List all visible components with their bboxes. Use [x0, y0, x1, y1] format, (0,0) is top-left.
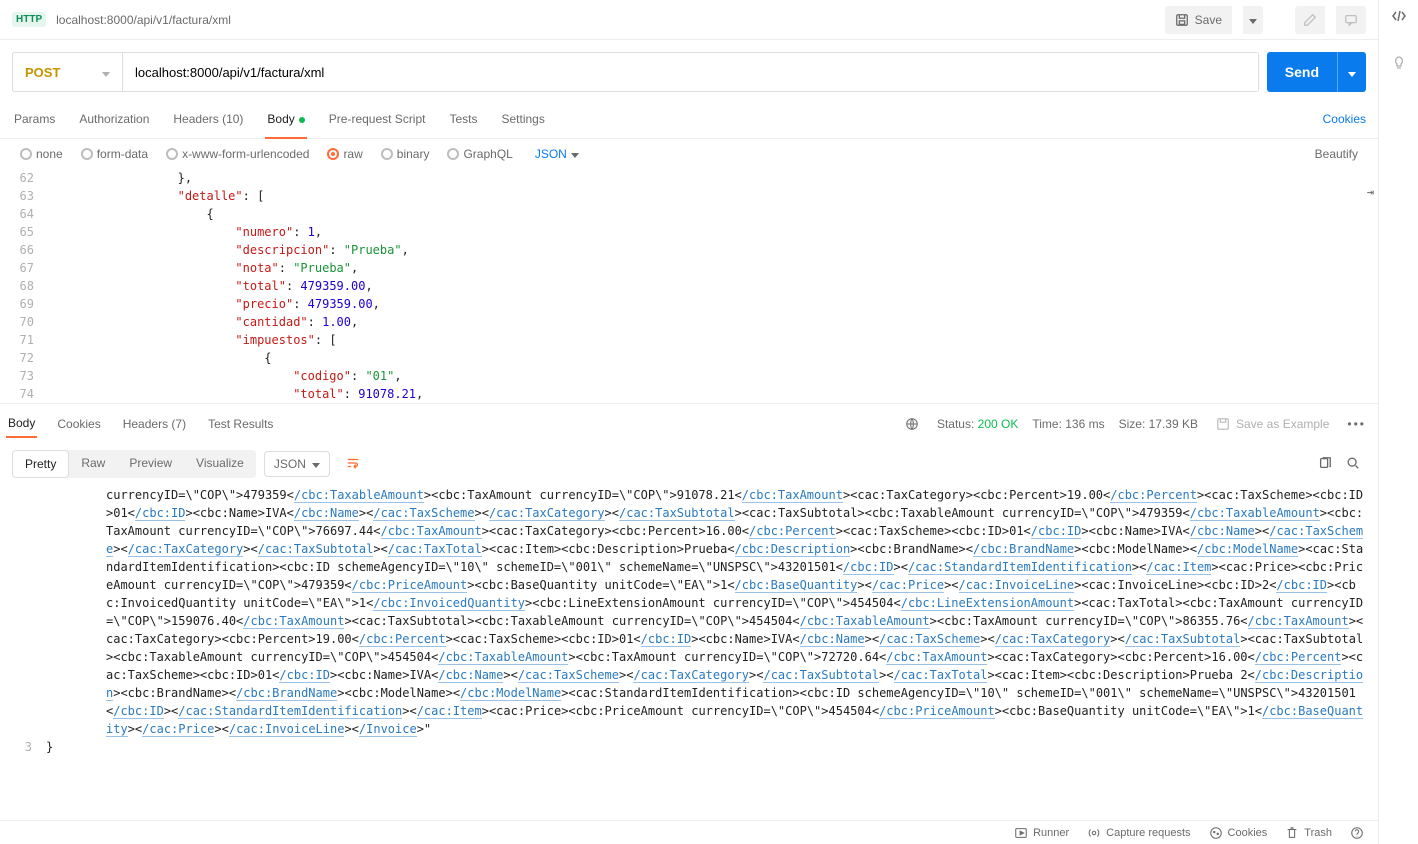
save-as-example[interactable]: Save as Example: [1216, 417, 1329, 431]
body-type-row: none form-data x-www-form-urlencoded raw…: [0, 139, 1378, 169]
help-icon: [1350, 826, 1364, 840]
cookies-button[interactable]: Cookies: [1209, 826, 1268, 840]
copy-button[interactable]: [1318, 456, 1332, 473]
status-label: Status: 200 OK: [937, 417, 1018, 431]
save-icon: [1175, 13, 1189, 27]
search-button[interactable]: [1340, 456, 1366, 473]
tab-tests[interactable]: Tests: [447, 104, 479, 134]
trash-button[interactable]: Trash: [1285, 826, 1332, 840]
pencil-icon: [1303, 13, 1317, 27]
save-icon: [1216, 417, 1230, 431]
trash-icon: [1285, 826, 1299, 840]
fmt-pretty[interactable]: Pretty: [12, 450, 69, 478]
send-label: Send: [1267, 64, 1337, 80]
play-icon: [1014, 826, 1028, 840]
response-content: }: [46, 738, 1368, 756]
request-title: localhost:8000/api/v1/factura/xml: [56, 13, 231, 27]
fmt-raw[interactable]: Raw: [69, 450, 117, 478]
line-gutter: 3: [6, 738, 46, 756]
help-button[interactable]: [1350, 826, 1364, 840]
body-xwww[interactable]: x-www-form-urlencoded: [166, 147, 309, 161]
tab-settings[interactable]: Settings: [500, 104, 547, 134]
resp-lang-select[interactable]: JSON: [264, 451, 330, 477]
chevron-down-icon: [102, 65, 110, 80]
response-tabs: Body Cookies Headers (7) Test Results St…: [0, 404, 1378, 444]
time-label: Time: 136 ms: [1032, 417, 1104, 431]
body-graphql[interactable]: GraphQL: [447, 147, 512, 161]
more-actions[interactable]: •••: [1347, 417, 1366, 431]
chevron-down-icon: [1348, 64, 1356, 80]
right-rail: [1378, 0, 1418, 844]
tab-prerequest[interactable]: Pre-request Script: [327, 104, 428, 134]
code-icon: [1391, 8, 1407, 24]
raw-lang-select[interactable]: JSON: [535, 147, 579, 161]
capture-button[interactable]: Capture requests: [1087, 826, 1190, 840]
edit-button[interactable]: [1295, 6, 1325, 34]
comment-button[interactable]: [1336, 6, 1366, 34]
cookies-link[interactable]: Cookies: [1323, 112, 1366, 126]
bulb-icon: [1391, 55, 1407, 71]
send-button[interactable]: Send: [1267, 52, 1366, 92]
chevron-down-icon: [1249, 13, 1257, 27]
save-label: Save: [1195, 13, 1222, 27]
request-body-editor[interactable]: ⇥ 62 },63 "detalle": [64 {65 "numero": 1…: [0, 169, 1378, 404]
http-chip: HTTP: [12, 12, 46, 27]
modified-dot-icon: [299, 117, 305, 123]
comment-icon: [1344, 13, 1358, 27]
bulb-button[interactable]: [1391, 55, 1407, 74]
fmt-preview[interactable]: Preview: [117, 450, 184, 478]
resp-tab-body[interactable]: Body: [6, 410, 37, 438]
url-row: POST Send: [0, 40, 1378, 100]
body-formdata[interactable]: form-data: [81, 147, 148, 161]
save-dropdown-button[interactable]: [1243, 6, 1263, 34]
chevron-down-icon: [312, 457, 320, 471]
globe-icon[interactable]: [905, 417, 919, 431]
cookie-icon: [1209, 826, 1223, 840]
resp-tab-tests[interactable]: Test Results: [206, 411, 275, 437]
resp-tab-headers[interactable]: Headers (7): [121, 411, 188, 437]
body-none[interactable]: none: [20, 147, 63, 161]
body-binary[interactable]: binary: [381, 147, 430, 161]
tab-body[interactable]: Body: [265, 104, 306, 134]
response-content: currencyID=\"COP\">479359</cbc:TaxableAm…: [46, 486, 1368, 738]
copy-icon: [1318, 456, 1332, 470]
runner-button[interactable]: Runner: [1014, 826, 1069, 840]
chevron-down-icon: [571, 147, 579, 161]
size-label: Size: 17.39 KB: [1119, 417, 1198, 431]
collapse-handle-icon[interactable]: ⇥: [1367, 183, 1374, 201]
antenna-icon: [1087, 826, 1101, 840]
titlebar: HTTP localhost:8000/api/v1/factura/xml S…: [0, 0, 1378, 40]
tab-params[interactable]: Params: [12, 104, 57, 134]
request-tabs: Params Authorization Headers (10) Body P…: [0, 100, 1378, 139]
method-select[interactable]: POST: [13, 53, 123, 91]
statusbar: Runner Capture requests Cookies Trash: [0, 820, 1378, 844]
response-format-row: Pretty Raw Preview Visualize JSON: [0, 444, 1378, 484]
tab-authorization[interactable]: Authorization: [77, 104, 151, 134]
beautify-link[interactable]: Beautify: [1315, 147, 1358, 161]
method-label: POST: [25, 65, 60, 80]
linewrap-button[interactable]: [338, 451, 368, 478]
resp-tab-cookies[interactable]: Cookies: [55, 411, 102, 437]
url-input[interactable]: [123, 53, 1258, 91]
body-raw[interactable]: raw: [327, 147, 362, 161]
save-button[interactable]: Save: [1165, 6, 1232, 34]
tab-headers[interactable]: Headers (10): [171, 104, 245, 134]
search-icon: [1346, 456, 1360, 470]
fmt-visualize[interactable]: Visualize: [184, 450, 256, 478]
response-body[interactable]: currencyID=\"COP\">479359</cbc:TaxableAm…: [0, 484, 1378, 820]
linewrap-icon: [346, 456, 360, 470]
code-panel-button[interactable]: [1391, 8, 1407, 27]
